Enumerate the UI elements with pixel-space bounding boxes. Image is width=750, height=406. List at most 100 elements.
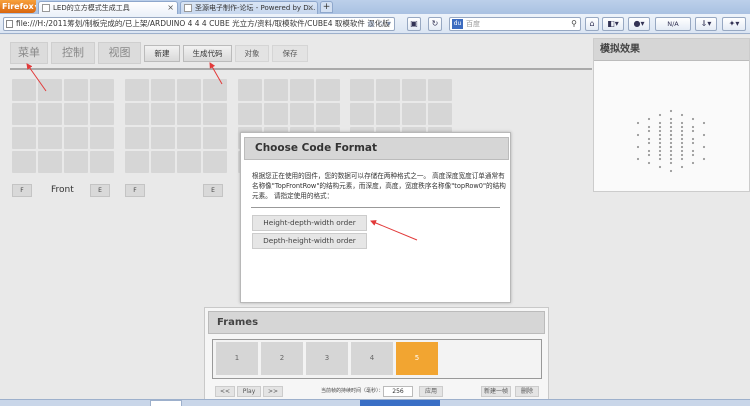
led-cell[interactable] — [151, 151, 175, 173]
addon-status-icon[interactable]: ●▾ — [628, 17, 650, 31]
delete-frame-button[interactable]: 删除 — [515, 386, 539, 397]
led-cell[interactable] — [38, 151, 62, 173]
frame-item[interactable]: 2 — [261, 342, 303, 375]
frame-item-selected[interactable]: 5 — [396, 342, 438, 375]
play-button[interactable]: Play — [237, 386, 261, 397]
new-tab-button[interactable]: + — [320, 1, 333, 13]
led-cell[interactable] — [376, 103, 400, 125]
addon-status-indicator[interactable]: N/A — [655, 17, 691, 31]
view-button[interactable]: 视图 — [98, 42, 141, 64]
led-cell[interactable] — [402, 79, 426, 101]
led-cell[interactable] — [177, 79, 201, 101]
led-cell[interactable] — [203, 151, 227, 173]
layer-front-button[interactable]: F — [125, 184, 145, 197]
led-cell[interactable] — [177, 151, 201, 173]
led-cell[interactable] — [151, 103, 175, 125]
new-button[interactable]: 新建 — [144, 45, 180, 62]
led-cell[interactable] — [151, 79, 175, 101]
layer-front-button[interactable]: F — [12, 184, 32, 197]
led-cell[interactable] — [125, 127, 149, 149]
led-cell[interactable] — [203, 103, 227, 125]
led-cell[interactable] — [12, 127, 36, 149]
led-cell[interactable] — [177, 127, 201, 149]
frame-item[interactable]: 3 — [306, 342, 348, 375]
led-cell[interactable] — [64, 103, 88, 125]
led-cell[interactable] — [376, 79, 400, 101]
generate-code-button[interactable]: 生成代码 — [183, 45, 232, 62]
led-cell[interactable] — [264, 79, 288, 101]
led-cell[interactable] — [264, 103, 288, 125]
led-cell[interactable] — [12, 103, 36, 125]
led-cell[interactable] — [12, 151, 36, 173]
depth-height-width-option[interactable]: Depth-height-width order — [252, 233, 367, 249]
frame-delay-input[interactable]: 256 — [383, 386, 413, 397]
control-button[interactable]: 控制 — [51, 42, 95, 64]
led-cell[interactable] — [402, 103, 426, 125]
addon-menu-icon[interactable]: ◧▾ — [602, 17, 624, 31]
tab-led-cube-tool[interactable]: LED的立方模式生成工具 × — [38, 1, 178, 14]
led-cell[interactable] — [238, 79, 262, 101]
apply-delay-button[interactable]: 应用 — [419, 386, 443, 397]
search-input[interactable]: du 百度 ⚲ — [449, 17, 581, 31]
new-frame-button[interactable]: 新建一帧 — [481, 386, 511, 397]
menu-button[interactable]: 菜单 — [10, 42, 48, 64]
led-cell[interactable] — [203, 79, 227, 101]
led-cell[interactable] — [38, 127, 62, 149]
save-button[interactable]: 保存 — [272, 45, 308, 62]
led-cell[interactable] — [350, 103, 374, 125]
led-cell[interactable] — [90, 79, 114, 101]
led-cell[interactable] — [90, 127, 114, 149]
led-cell[interactable] — [38, 79, 62, 101]
led-cell[interactable] — [316, 79, 340, 101]
led-dot — [636, 121, 640, 125]
tab-forum[interactable]: 圣源电子制作-论坛 - Powered by D... × — [180, 1, 318, 14]
star-icon[interactable]: ☆ — [377, 19, 384, 28]
led-cell[interactable] — [125, 103, 149, 125]
led-cell[interactable] — [350, 79, 374, 101]
led-dot — [691, 125, 695, 129]
object-button[interactable]: 对象 — [235, 45, 269, 62]
led-cell[interactable] — [64, 151, 88, 173]
led-cell[interactable] — [428, 103, 452, 125]
url-bar[interactable]: file:///H:/2011筹划/制板完成的/已上架/ARDUINO 4 4 … — [3, 17, 395, 31]
bookmark-icon[interactable]: ▣ — [407, 17, 421, 31]
led-cell[interactable] — [90, 103, 114, 125]
led-cell[interactable] — [64, 79, 88, 101]
led-cell[interactable] — [125, 79, 149, 101]
dropdown-icon[interactable]: ▾ — [387, 19, 391, 28]
home-icon[interactable]: ⌂ — [585, 17, 599, 31]
downloads-icon[interactable]: ⇓▾ — [695, 17, 717, 31]
led-cell[interactable] — [12, 79, 36, 101]
led-cell[interactable] — [238, 103, 262, 125]
close-icon[interactable]: × — [307, 2, 314, 14]
firefox-menu-button[interactable]: Firefox▼ — [0, 0, 36, 13]
led-cell[interactable] — [290, 79, 314, 101]
frame-item[interactable]: 4 — [351, 342, 393, 375]
close-icon[interactable]: × — [167, 2, 174, 14]
frame-item[interactable]: 1 — [216, 342, 258, 375]
layer-edit-button[interactable]: E — [203, 184, 223, 197]
led-cell[interactable] — [290, 103, 314, 125]
height-depth-width-option[interactable]: Height-depth-width order — [252, 215, 367, 231]
led-dot — [680, 141, 684, 145]
cube-preview[interactable] — [594, 63, 749, 191]
prev-frame-button[interactable]: << — [215, 386, 235, 397]
led-cell[interactable] — [64, 127, 88, 149]
led-cell[interactable] — [203, 127, 227, 149]
led-dot — [702, 145, 706, 149]
led-cell[interactable] — [316, 103, 340, 125]
search-icon[interactable]: ⚲ — [571, 18, 577, 30]
reload-icon[interactable]: ↻ — [428, 17, 442, 31]
led-cell[interactable] — [151, 127, 175, 149]
status-progress — [360, 400, 440, 406]
extension-icon[interactable]: ✦▾ — [722, 17, 746, 31]
next-frame-button[interactable]: >> — [263, 386, 283, 397]
led-cell[interactable] — [125, 151, 149, 173]
led-cell[interactable] — [428, 79, 452, 101]
led-dot — [647, 153, 651, 157]
led-cell[interactable] — [177, 103, 201, 125]
layer-edit-button[interactable]: E — [90, 184, 110, 197]
baidu-engine-icon[interactable]: du — [452, 19, 463, 29]
led-cell[interactable] — [38, 103, 62, 125]
led-cell[interactable] — [90, 151, 114, 173]
